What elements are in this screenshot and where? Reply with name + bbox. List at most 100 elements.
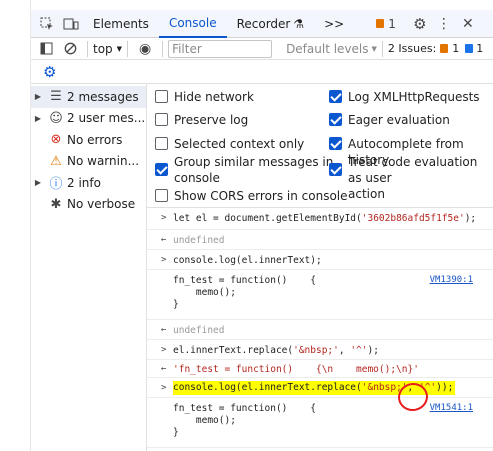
tab-console[interactable]: Console bbox=[158, 10, 227, 38]
eager-eval-option[interactable]: Eager evaluation bbox=[329, 112, 450, 128]
selected-context-checkbox[interactable] bbox=[155, 137, 168, 150]
info-flag-icon bbox=[465, 44, 474, 53]
info-icon: ⓘ bbox=[49, 177, 63, 193]
sidebar-item-errors[interactable]: ⊗ No errors bbox=[31, 129, 146, 151]
source-link[interactable]: VM1541:1 bbox=[430, 403, 473, 413]
group-similar-option[interactable]: Group similar messages in console bbox=[155, 154, 333, 186]
code-text: el.innerText.replace( bbox=[173, 345, 294, 356]
expand-arrow-icon[interactable]: ▶ bbox=[31, 92, 45, 101]
issue-flag-icon bbox=[440, 44, 449, 53]
option-label: Selected context only bbox=[174, 137, 305, 151]
log-text: memo(); bbox=[173, 287, 236, 298]
device-toolbar-icon[interactable] bbox=[59, 13, 83, 35]
gear-icon[interactable]: ⚙ bbox=[408, 13, 432, 35]
more-options-icon[interactable]: ⋮ bbox=[432, 13, 456, 35]
sidebar-item-info[interactable]: ▶ ⓘ 2 info bbox=[31, 172, 146, 194]
option-label: Show CORS errors in console bbox=[174, 189, 348, 203]
console-input-row[interactable]: > console.log(el.innerText); bbox=[147, 250, 493, 270]
issues-label: 2 Issues: bbox=[387, 42, 437, 55]
sidebar-item-warnings[interactable]: ⚠ No warnin... bbox=[31, 151, 146, 173]
code-text: )); bbox=[436, 382, 454, 393]
toolbar-divider bbox=[162, 40, 164, 57]
close-icon[interactable]: ✕ bbox=[456, 13, 480, 35]
toolbar-divider bbox=[127, 40, 129, 57]
log-text: fn_test = function() { bbox=[173, 403, 316, 414]
sidebar-item-label: No verbose bbox=[67, 197, 136, 212]
console-settings-gear-icon[interactable]: ⚙ bbox=[43, 63, 56, 81]
code-text: console.log(el.innerText.replace( bbox=[173, 382, 362, 393]
result-text: 'fn_test = function() {\n memo();\n}' bbox=[173, 364, 419, 375]
console-input-row[interactable]: > el.innerText.replace('&nbsp;', '^'); bbox=[147, 340, 493, 360]
option-label: Log XMLHttpRequests bbox=[348, 90, 480, 104]
log-levels-dropdown[interactable]: Default levels ▼ bbox=[286, 42, 377, 56]
hide-network-checkbox[interactable] bbox=[155, 90, 168, 103]
settings-row: ⚙ bbox=[31, 60, 493, 84]
expand-arrow-icon[interactable]: ▶ bbox=[31, 114, 45, 123]
treat-eval-option[interactable]: Treat code evaluation as user action bbox=[329, 154, 493, 202]
cors-errors-checkbox[interactable] bbox=[155, 189, 168, 202]
console-output: > let el = document.getElementById('3602… bbox=[147, 208, 493, 451]
console-result-row: ← undefined bbox=[147, 320, 493, 340]
log-xhr-checkbox[interactable] bbox=[329, 90, 342, 103]
preserve-log-option[interactable]: Preserve log bbox=[155, 112, 248, 128]
chevron-down-icon: ▼ bbox=[371, 44, 377, 53]
eager-eval-checkbox[interactable] bbox=[329, 113, 342, 126]
eye-icon[interactable]: ◉ bbox=[133, 38, 157, 60]
console-toolbar: top ▼ ◉ Filter Default levels ▼ 2 Issues… bbox=[31, 38, 493, 60]
sidebar-item-label: 2 info bbox=[67, 175, 101, 190]
issues-counter[interactable]: 2 Issues: 1 1 bbox=[388, 42, 483, 55]
result-arrow-icon: ← bbox=[161, 235, 167, 245]
chevron-down-icon: ▼ bbox=[116, 44, 123, 53]
log-text: } bbox=[173, 427, 179, 438]
group-similar-checkbox[interactable] bbox=[155, 163, 168, 176]
log-text: memo(); bbox=[173, 415, 236, 426]
input-prompt-icon: > bbox=[161, 213, 167, 223]
tab-recorder[interactable]: Recorder ⚗ bbox=[227, 10, 315, 38]
log-xhr-option[interactable]: Log XMLHttpRequests bbox=[329, 89, 480, 105]
context-selector[interactable]: top ▼ bbox=[93, 42, 122, 56]
issue-flag-icon bbox=[376, 19, 385, 28]
filter-input[interactable]: Filter bbox=[168, 39, 273, 58]
preserve-log-checkbox[interactable] bbox=[155, 113, 168, 126]
sidebar-item-messages[interactable]: ▶ ☰ 2 messages bbox=[31, 86, 146, 108]
list-icon: ☰ bbox=[50, 89, 62, 105]
result-arrow-icon: ← bbox=[161, 364, 167, 374]
source-link[interactable]: VM1390:1 bbox=[430, 275, 473, 285]
input-prompt-icon: > bbox=[161, 383, 167, 393]
console-input-row[interactable]: > console.log(el.innerText.replace('&nbs… bbox=[147, 378, 493, 398]
hide-network-option[interactable]: Hide network bbox=[155, 89, 254, 105]
option-label: Group similar messages in bbox=[174, 155, 334, 169]
console-settings-panel: Hide network Log XMLHttpRequests Preserv… bbox=[147, 84, 493, 208]
tab-elements[interactable]: Elements bbox=[83, 10, 159, 38]
input-prompt-icon: > bbox=[161, 345, 167, 355]
context-label: top bbox=[93, 41, 113, 56]
expand-arrow-icon[interactable]: ▶ bbox=[31, 178, 45, 187]
treat-eval-checkbox[interactable] bbox=[329, 163, 342, 176]
flask-icon: ⚗ bbox=[293, 16, 305, 31]
sidebar-item-label: 2 user mes... bbox=[67, 111, 146, 126]
devtools-tabbar: Elements Console Recorder ⚗ >> 1 ⚙ ⋮ ✕ bbox=[31, 10, 493, 38]
input-prompt-icon: > bbox=[161, 255, 167, 265]
console-log-row: fn_test = function() { memo(); } VM1390:… bbox=[147, 270, 493, 320]
sidebar-item-user-messages[interactable]: ▶ ☺ 2 user mes... bbox=[31, 108, 146, 130]
sidebar-toggle-icon[interactable] bbox=[34, 38, 58, 60]
console-result-row: ← 'fn_test = function() {\n memo();\n}' bbox=[147, 360, 493, 378]
more-tabs-button[interactable]: >> bbox=[314, 10, 354, 38]
console-input-row[interactable]: > let el = document.getElementById('3602… bbox=[147, 208, 493, 230]
error-icon: ⊗ bbox=[50, 132, 62, 148]
console-result-row: ← undefined bbox=[147, 230, 493, 250]
selected-context-option[interactable]: Selected context only bbox=[155, 136, 304, 152]
toolbar-divider bbox=[87, 40, 88, 57]
log-text: } bbox=[173, 299, 179, 310]
option-label: Hide network bbox=[174, 90, 254, 104]
inspect-element-icon[interactable] bbox=[35, 13, 59, 35]
sidebar-item-verbose[interactable]: ✱ No verbose bbox=[31, 194, 146, 216]
issues-badge[interactable]: 1 bbox=[376, 17, 396, 31]
tab-recorder-label: Recorder bbox=[236, 16, 291, 31]
result-arrow-icon: ← bbox=[161, 325, 167, 335]
option-label: Preserve log bbox=[174, 113, 249, 127]
autocomplete-checkbox[interactable] bbox=[329, 137, 342, 150]
clear-console-icon[interactable] bbox=[58, 38, 82, 60]
console-sidebar: ▶ ☰ 2 messages ▶ ☺ 2 user mes... ⊗ No er… bbox=[31, 84, 147, 451]
cors-errors-option[interactable]: Show CORS errors in console bbox=[155, 188, 348, 204]
